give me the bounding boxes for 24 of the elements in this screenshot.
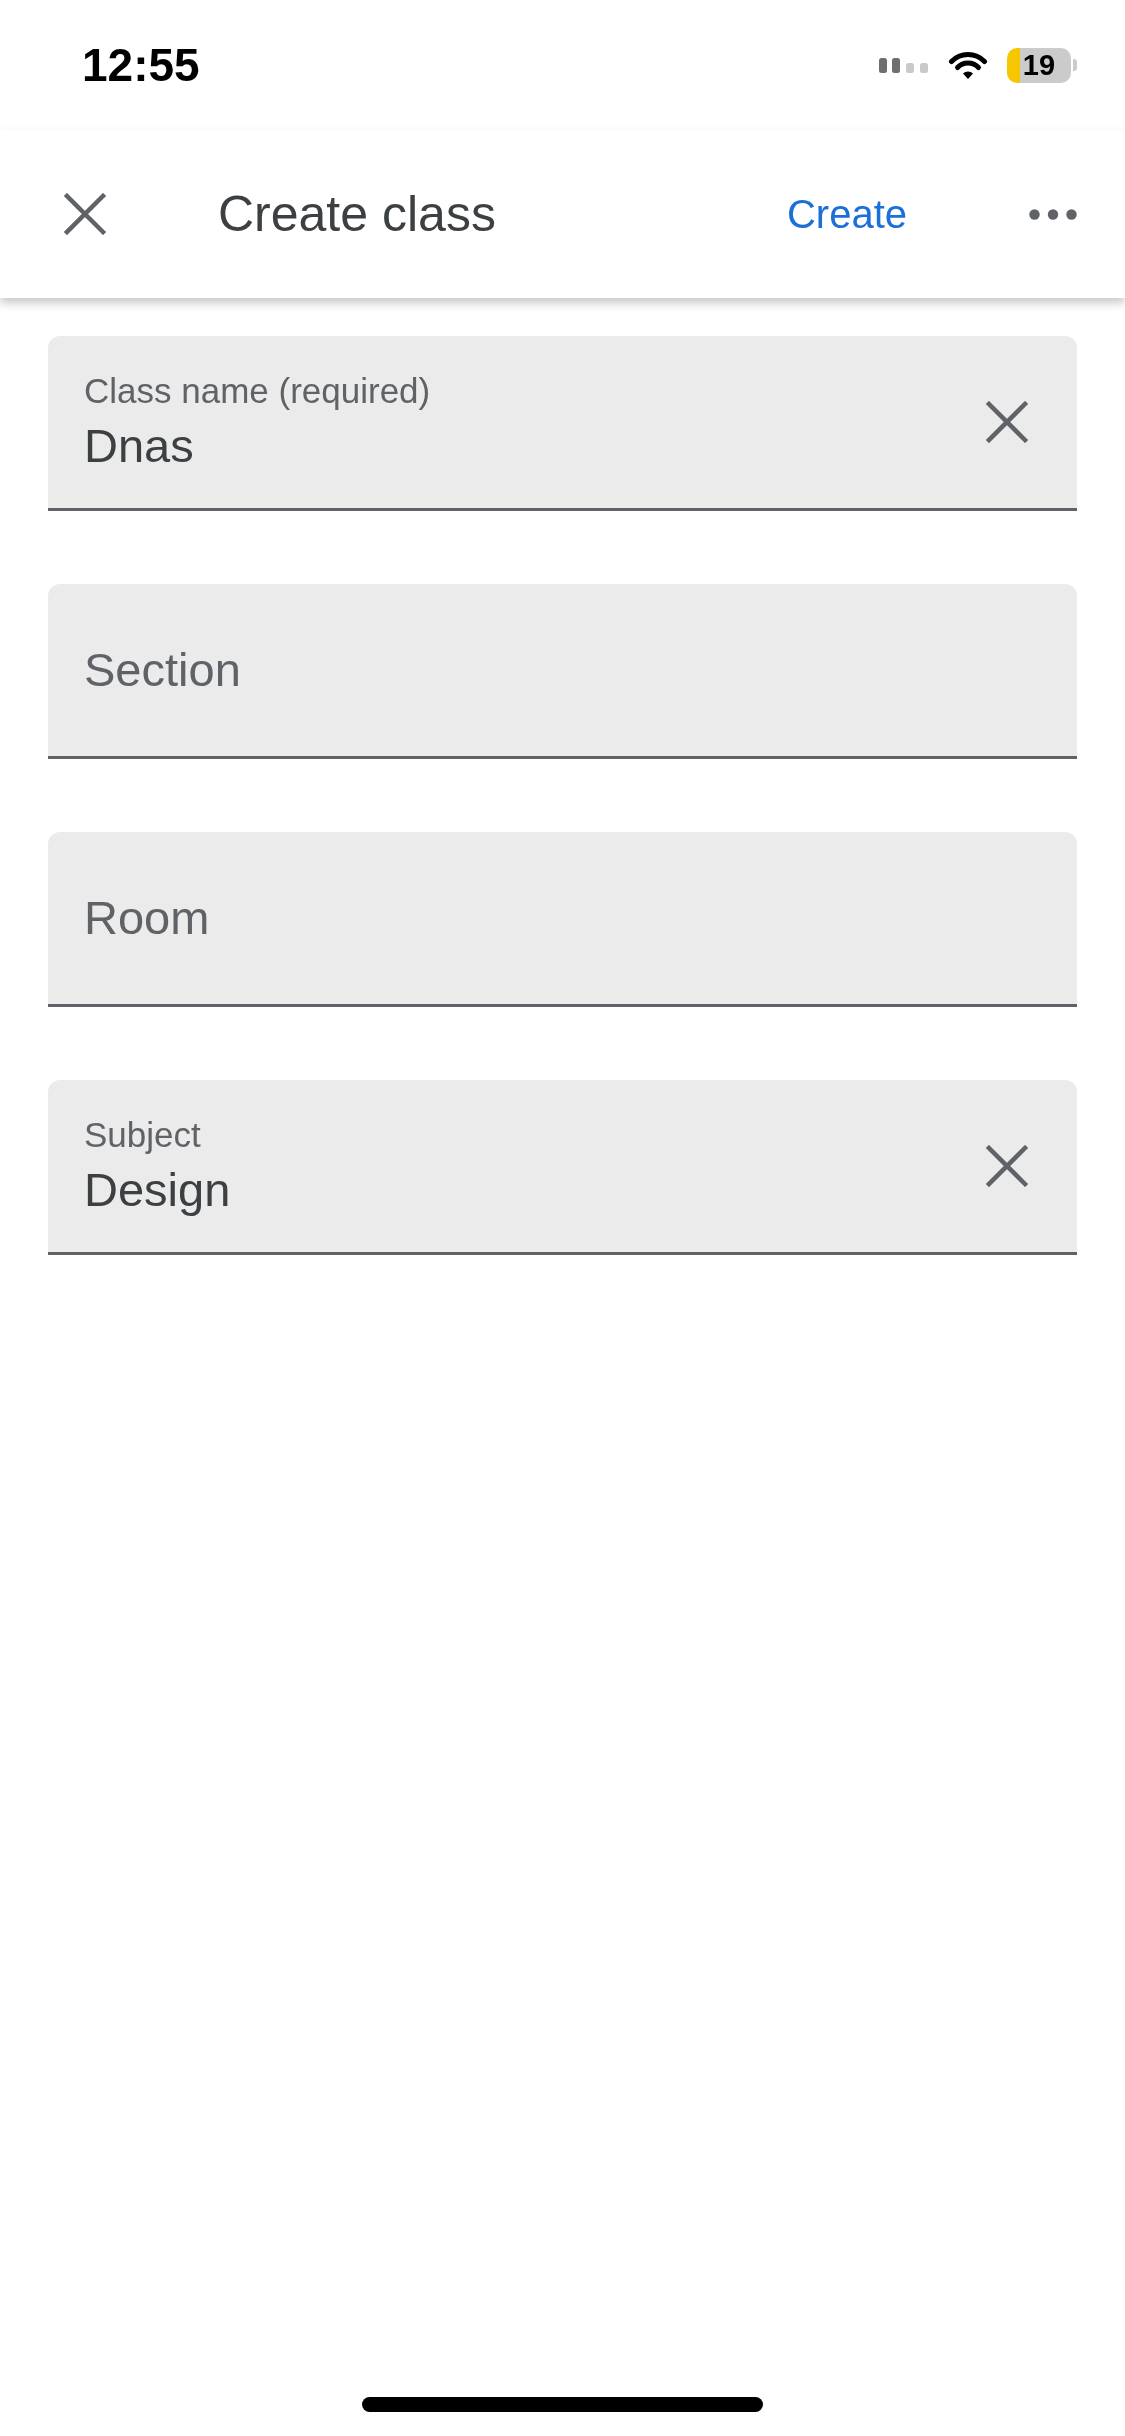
create-button[interactable]: Create	[786, 190, 907, 238]
text-field[interactable]: Subject Design	[48, 1080, 1077, 1255]
text-field[interactable]: Section	[48, 584, 1077, 759]
field-value: Dnas	[84, 420, 195, 472]
close-icon	[64, 193, 106, 235]
status-time: 12:55	[82, 38, 200, 92]
clear-button[interactable]	[986, 401, 1028, 443]
field-label: Subject	[84, 1116, 202, 1154]
field-label: Class name (required)	[84, 372, 432, 410]
text-field[interactable]: Room	[48, 832, 1077, 1007]
screen-title: Create class	[218, 185, 497, 243]
text-field[interactable]: Class name (required) Dnas	[48, 336, 1077, 511]
more-button[interactable]	[1029, 208, 1077, 220]
clear-icon	[986, 401, 1028, 443]
close-button[interactable]	[64, 193, 106, 235]
clear-button[interactable]	[986, 1145, 1028, 1187]
signal-icon	[879, 57, 929, 73]
field-value: Design	[84, 1164, 232, 1216]
clear-icon	[986, 1145, 1028, 1187]
placeholder-text: Section	[84, 644, 242, 696]
wifi-icon	[948, 49, 988, 81]
placeholder-text: Room	[84, 892, 211, 944]
battery-percentage: 19	[1022, 49, 1056, 81]
more-icon	[1029, 208, 1077, 220]
